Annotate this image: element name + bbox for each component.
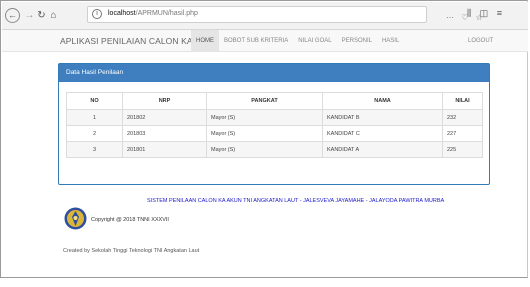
- nav-menu: HOME BOBOT SUB KRITERIA NILAI GOAL PERSO…: [191, 30, 404, 52]
- url-host: localhost: [108, 10, 136, 17]
- panel-title: Data Hasil Penilaan: [59, 64, 489, 82]
- column-header-no: NO: [66, 92, 123, 110]
- results-table-wrap: NO NRP PANGKAT NAMA NILAI 1 201802 Mayor…: [66, 92, 483, 158]
- cell-nrp: 201803: [122, 125, 207, 142]
- page-actions-icon[interactable]: ···: [446, 13, 454, 22]
- cell-nilai: 232: [442, 109, 483, 126]
- cell-nama: KANDIDAT A: [322, 141, 443, 158]
- browser-toolbar-right: ⫼ ◫ ≡: [467, 8, 508, 19]
- cell-no: 1: [66, 109, 123, 126]
- url-path: /APRMUN/hasil.php: [135, 10, 198, 17]
- sidebar-icon[interactable]: ◫: [480, 8, 489, 18]
- cell-nrp: 201802: [122, 109, 207, 126]
- cell-nama: KANDIDAT C: [322, 125, 443, 142]
- back-icon[interactable]: ←: [5, 8, 20, 23]
- results-table: NO NRP PANGKAT NAMA NILAI 1 201802 Mayor…: [66, 92, 483, 158]
- browser-window: ← → ↻ ⌂ i localhost/APRMUN/hasil.php ···…: [0, 0, 528, 278]
- cell-nama: KANDIDAT B: [322, 109, 443, 126]
- cell-pangkat: Mayor (S): [206, 141, 323, 158]
- cell-no: 2: [66, 125, 123, 142]
- site-info-icon[interactable]: i: [92, 9, 102, 19]
- library-icon[interactable]: ⫼: [467, 8, 471, 18]
- table-header-row: NO NRP PANGKAT NAMA NILAI: [66, 92, 483, 110]
- app-navbar: APLIKASI PENILAIAN CALON KA AKUN HOME BO…: [2, 30, 528, 52]
- navy-emblem-logo: [64, 207, 87, 230]
- nav-item-nilai-goal[interactable]: NILAI GOAL: [293, 30, 336, 52]
- table-row: 1 201802 Mayor (S) KANDIDAT B 232: [66, 109, 483, 126]
- cell-nilai: 227: [442, 125, 483, 142]
- column-header-nrp: NRP: [122, 92, 207, 110]
- system-footer-line: SISTEM PENILAAN CALON KA AKUN TNI ANGKAT…: [147, 198, 445, 204]
- logout-link[interactable]: LOGOUT: [468, 30, 493, 52]
- table-row: 2 201803 Mayor (S) KANDIDAT C 227: [66, 125, 483, 142]
- cell-nilai: 225: [442, 141, 483, 158]
- cell-pangkat: Mayor (S): [206, 109, 323, 126]
- nav-item-hasil[interactable]: HASIL: [377, 30, 404, 52]
- copyright-text: Copyright @ 2018 TNNI XXXVII: [91, 217, 169, 223]
- home-icon[interactable]: ⌂: [47, 9, 60, 22]
- browser-toolbar: ← → ↻ ⌂ i localhost/APRMUN/hasil.php ···…: [2, 2, 528, 30]
- url-text: localhost/APRMUN/hasil.php: [108, 10, 198, 17]
- cell-nrp: 201801: [122, 141, 207, 158]
- column-header-nilai: NILAI: [442, 92, 483, 110]
- table-row: 3 201801 Mayor (S) KANDIDAT A 225: [66, 141, 483, 158]
- url-bar[interactable]: i localhost/APRMUN/hasil.php ··· ♡ ☆: [87, 6, 483, 23]
- cell-no: 3: [66, 141, 123, 158]
- nav-item-bobot-sub-kriteria[interactable]: BOBOT SUB KRITERIA: [219, 30, 293, 52]
- menu-icon[interactable]: ≡: [497, 8, 502, 18]
- cell-pangkat: Mayor (S): [206, 125, 323, 142]
- column-header-pangkat: PANGKAT: [206, 92, 323, 110]
- nav-item-personil[interactable]: PERSONIL: [337, 30, 377, 52]
- results-panel: Data Hasil Penilaan NO NRP PANGKAT NAMA: [58, 63, 490, 185]
- created-by-text: Created by Sekolah Tinggi Teknologi TNI …: [63, 248, 200, 254]
- column-header-nama: NAMA: [322, 92, 443, 110]
- nav-item-home[interactable]: HOME: [191, 30, 219, 52]
